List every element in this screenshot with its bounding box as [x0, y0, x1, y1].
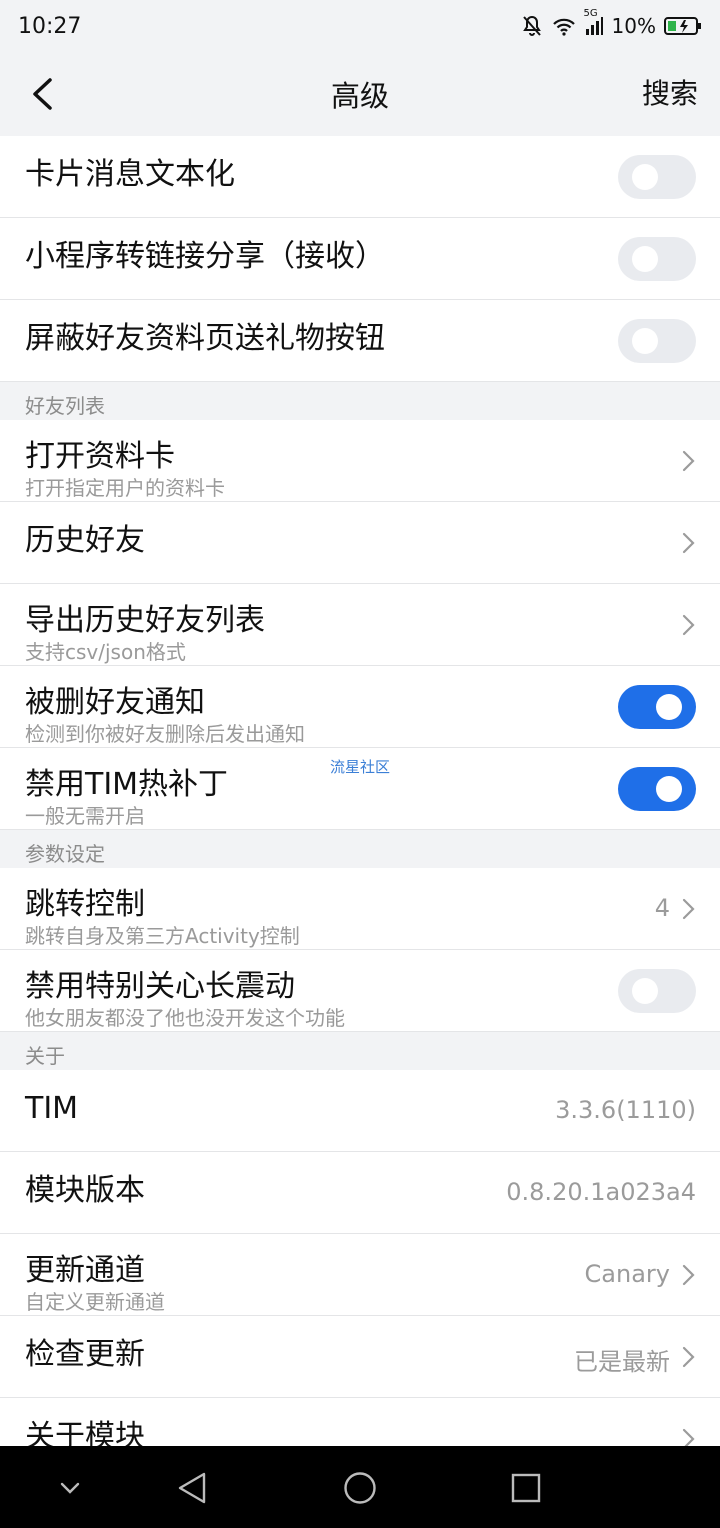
setting-subtitle: 他女朋友都没了他也没开发这个功能: [25, 1006, 345, 1030]
setting-subtitle: 自定义更新通道: [25, 1290, 165, 1314]
back-arrow-icon: [33, 78, 52, 110]
setting-subtitle: 检测到你被好友删除后发出通知: [25, 722, 305, 746]
setting-value: Canary: [584, 1260, 670, 1288]
setting-label: 禁用TIM热补丁: [25, 767, 229, 802]
setting-label: 打开资料卡: [25, 439, 175, 474]
setting-label: 被删好友通知: [25, 685, 205, 720]
toggle-knob: [656, 776, 682, 802]
toggle-switch[interactable]: [618, 319, 696, 363]
toggle-knob: [656, 694, 682, 720]
setting-block-gift-button[interactable]: 屏蔽好友资料页送礼物按钮: [0, 300, 720, 382]
chevron-right-icon: [682, 614, 695, 636]
setting-export-history[interactable]: 导出历史好友列表 支持csv/json格式: [0, 584, 720, 666]
setting-history-friends[interactable]: 历史好友: [0, 502, 720, 584]
battery-percent: 10%: [611, 14, 656, 38]
toggle-knob: [632, 246, 658, 272]
title-bar: 高级 搜索: [0, 52, 720, 136]
circle-home-icon: [344, 1472, 376, 1504]
setting-subtitle: 打开指定用户的资料卡: [25, 476, 225, 500]
info-module-version[interactable]: 模块版本 0.8.20.1a023a4: [0, 1152, 720, 1234]
chevron-right-icon: [682, 1346, 695, 1368]
watermark: 流星社区: [330, 758, 391, 776]
toggle-switch[interactable]: [618, 767, 696, 811]
setting-subtitle: 支持csv/json格式: [25, 640, 186, 664]
network-type: 5G: [583, 8, 598, 19]
search-button[interactable]: 搜索: [642, 72, 698, 112]
square-recents-icon: [511, 1473, 541, 1503]
toggle-knob: [632, 978, 658, 1004]
setting-open-card[interactable]: 打开资料卡 打开指定用户的资料卡: [0, 420, 720, 502]
setting-value: 0.8.20.1a023a4: [506, 1178, 696, 1206]
toggle-switch[interactable]: [618, 685, 696, 729]
setting-label: 更新通道: [25, 1253, 145, 1288]
toggle-switch[interactable]: [618, 969, 696, 1013]
setting-update-channel[interactable]: 更新通道 自定义更新通道 Canary: [0, 1234, 720, 1316]
toggle-switch[interactable]: [618, 155, 696, 199]
setting-label: 导出历史好友列表: [25, 603, 265, 638]
nav-collapse-button[interactable]: [50, 1468, 90, 1508]
chevron-right-icon: [682, 532, 695, 554]
nav-recents-button[interactable]: [506, 1468, 546, 1508]
signal-icon: 5G: [584, 8, 604, 36]
bell-off-icon: [520, 14, 544, 38]
setting-value: 已是最新: [574, 1348, 670, 1376]
system-nav-bar: [0, 1446, 720, 1528]
chevron-right-icon: [682, 898, 695, 920]
section-header-friends: 好友列表: [0, 382, 720, 420]
toggle-knob: [632, 328, 658, 354]
back-button[interactable]: [22, 74, 62, 114]
page-title: 高级: [330, 79, 389, 113]
nav-back-button[interactable]: [172, 1468, 212, 1508]
section-header-params: 参数设定: [0, 830, 720, 868]
setting-value: 3.3.6(1110): [555, 1096, 696, 1124]
setting-label: 屏蔽好友资料页送礼物按钮: [25, 321, 385, 356]
setting-subtitle: 一般无需开启: [25, 804, 145, 828]
setting-value: 4: [654, 894, 670, 922]
setting-jump-control[interactable]: 跳转控制 跳转自身及第三方Activity控制 4: [0, 868, 720, 950]
chevron-down-icon: [60, 1482, 80, 1494]
setting-deleted-notify[interactable]: 被删好友通知 检测到你被好友删除后发出通知: [0, 666, 720, 748]
toggle-knob: [632, 164, 658, 190]
section-header-about: 关于: [0, 1032, 720, 1070]
battery-icon: [664, 16, 702, 36]
setting-label: 历史好友: [25, 523, 145, 558]
toggle-switch[interactable]: [618, 237, 696, 281]
setting-label: 卡片消息文本化: [25, 157, 235, 192]
setting-label: 检查更新: [25, 1337, 145, 1372]
setting-label: TIM: [25, 1091, 79, 1126]
setting-disable-vibration[interactable]: 禁用特别关心长震动 他女朋友都没了他也没开发这个功能: [0, 950, 720, 1032]
setting-check-update[interactable]: 检查更新 已是最新: [0, 1316, 720, 1398]
settings-list: 卡片消息文本化 小程序转链接分享（接收） 屏蔽好友资料页送礼物按钮 好友列表 打…: [0, 136, 720, 1480]
setting-miniprogram-link[interactable]: 小程序转链接分享（接收）: [0, 218, 720, 300]
setting-label: 跳转控制: [25, 887, 145, 922]
setting-subtitle: 跳转自身及第三方Activity控制: [25, 924, 300, 948]
setting-label: 模块版本: [25, 1173, 145, 1208]
status-bar: 10:27 5G 10%: [0, 0, 720, 52]
info-tim-version[interactable]: TIM 3.3.6(1110): [0, 1070, 720, 1152]
status-icons: 5G 10%: [520, 8, 702, 38]
status-time: 10:27: [18, 13, 82, 39]
setting-label: 禁用特别关心长震动: [25, 969, 295, 1004]
chevron-right-icon: [682, 450, 695, 472]
triangle-back-icon: [178, 1472, 206, 1504]
setting-label: 小程序转链接分享（接收）: [25, 239, 385, 274]
chevron-right-icon: [682, 1264, 695, 1286]
nav-home-button[interactable]: [340, 1468, 380, 1508]
wifi-icon: [552, 16, 576, 36]
setting-card-text[interactable]: 卡片消息文本化: [0, 136, 720, 218]
